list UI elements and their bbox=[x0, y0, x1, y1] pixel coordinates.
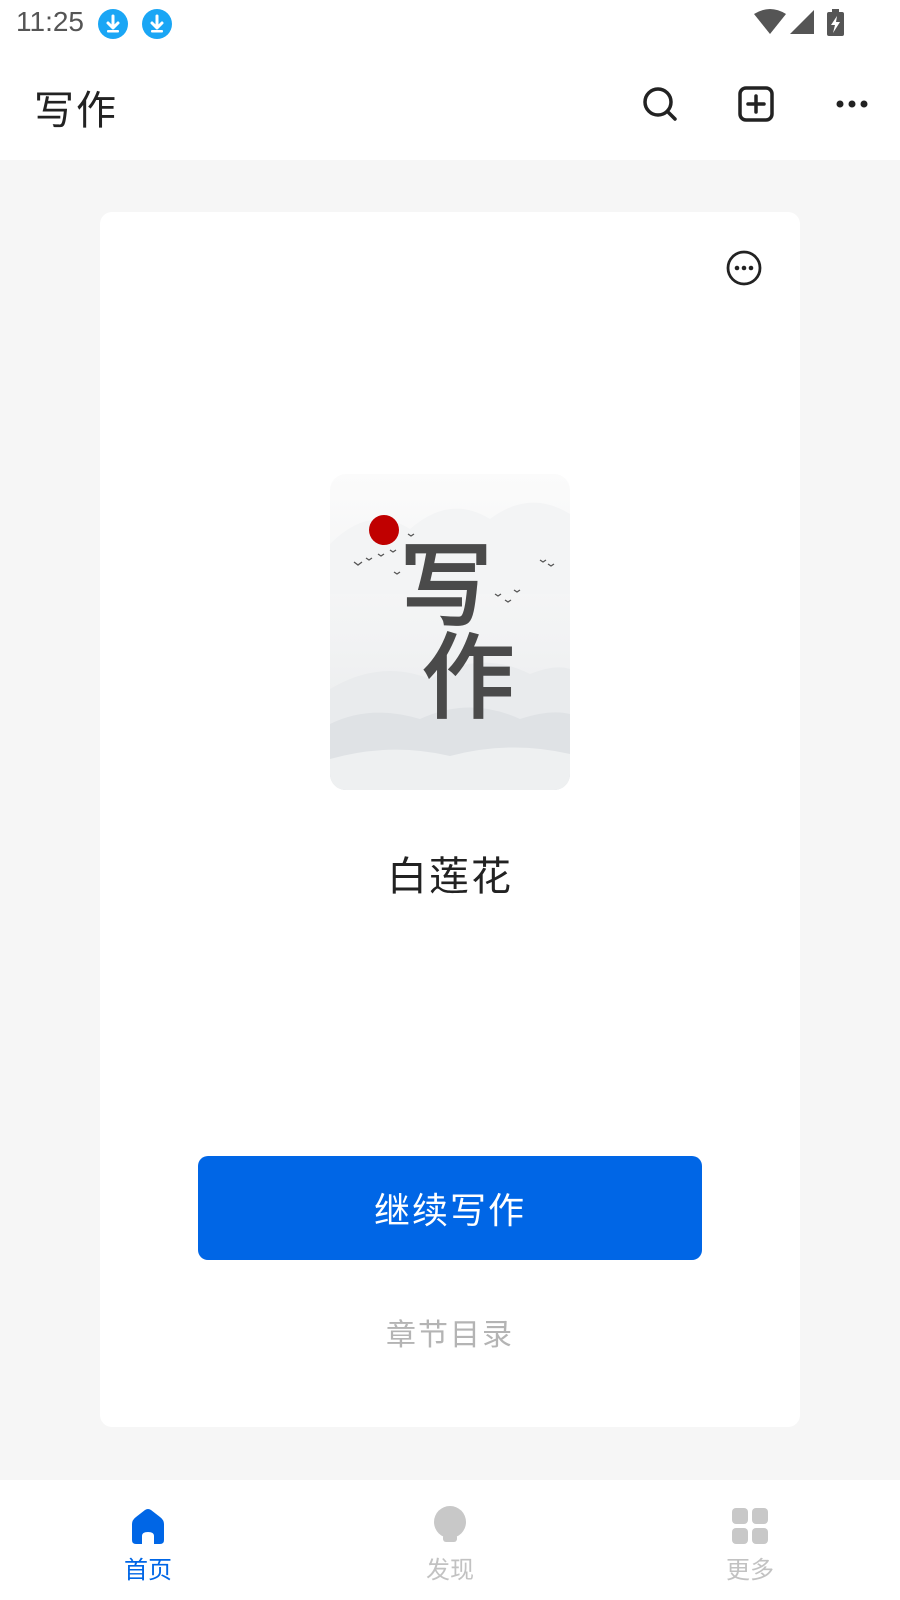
more-horizontal-icon bbox=[836, 100, 868, 108]
nav-label: 首页 bbox=[124, 1556, 172, 1584]
grid-icon bbox=[732, 1508, 768, 1544]
continue-writing-button[interactable]: 继续写作 bbox=[198, 1156, 702, 1260]
download-icon bbox=[142, 9, 172, 39]
book-cover[interactable]: 写 作 bbox=[330, 474, 570, 790]
bulb-icon bbox=[434, 1506, 466, 1542]
bottom-nav: 首页 发现 更多 bbox=[0, 1480, 900, 1600]
app-bar: 写作 bbox=[0, 48, 900, 160]
cover-char: 写 bbox=[400, 532, 493, 640]
battery-charging-icon bbox=[827, 9, 844, 36]
home-icon bbox=[132, 1509, 164, 1544]
book-title: 白莲花 bbox=[387, 854, 513, 900]
nav-label: 更多 bbox=[726, 1556, 774, 1584]
nav-item-discover[interactable]: 发现 bbox=[390, 1480, 510, 1600]
download-icon bbox=[98, 9, 128, 39]
cover-char: 作 bbox=[422, 624, 515, 732]
card-more-button[interactable] bbox=[724, 248, 764, 288]
page-title: 写作 bbox=[34, 88, 118, 134]
status-icons bbox=[754, 8, 860, 40]
add-square-icon bbox=[738, 86, 774, 122]
wifi-icon bbox=[754, 9, 786, 34]
search-icon bbox=[643, 87, 677, 121]
nav-item-more[interactable]: 更多 bbox=[690, 1480, 810, 1600]
status-bar: 11:25 bbox=[0, 0, 900, 48]
sun-icon bbox=[369, 515, 399, 545]
add-book-button[interactable] bbox=[728, 76, 784, 132]
chapter-list-link[interactable]: 章节目录 bbox=[100, 1310, 800, 1354]
more-circle-icon bbox=[726, 250, 762, 286]
search-button[interactable] bbox=[632, 76, 688, 132]
more-options-button[interactable] bbox=[824, 76, 880, 132]
nav-item-home[interactable]: 首页 bbox=[88, 1480, 208, 1600]
book-card: 写 作 白莲花 继续写作 章节目录 bbox=[100, 212, 800, 1427]
signal-icon bbox=[790, 10, 814, 34]
nav-label: 发现 bbox=[426, 1556, 474, 1584]
status-time: 11:25 bbox=[16, 6, 84, 37]
